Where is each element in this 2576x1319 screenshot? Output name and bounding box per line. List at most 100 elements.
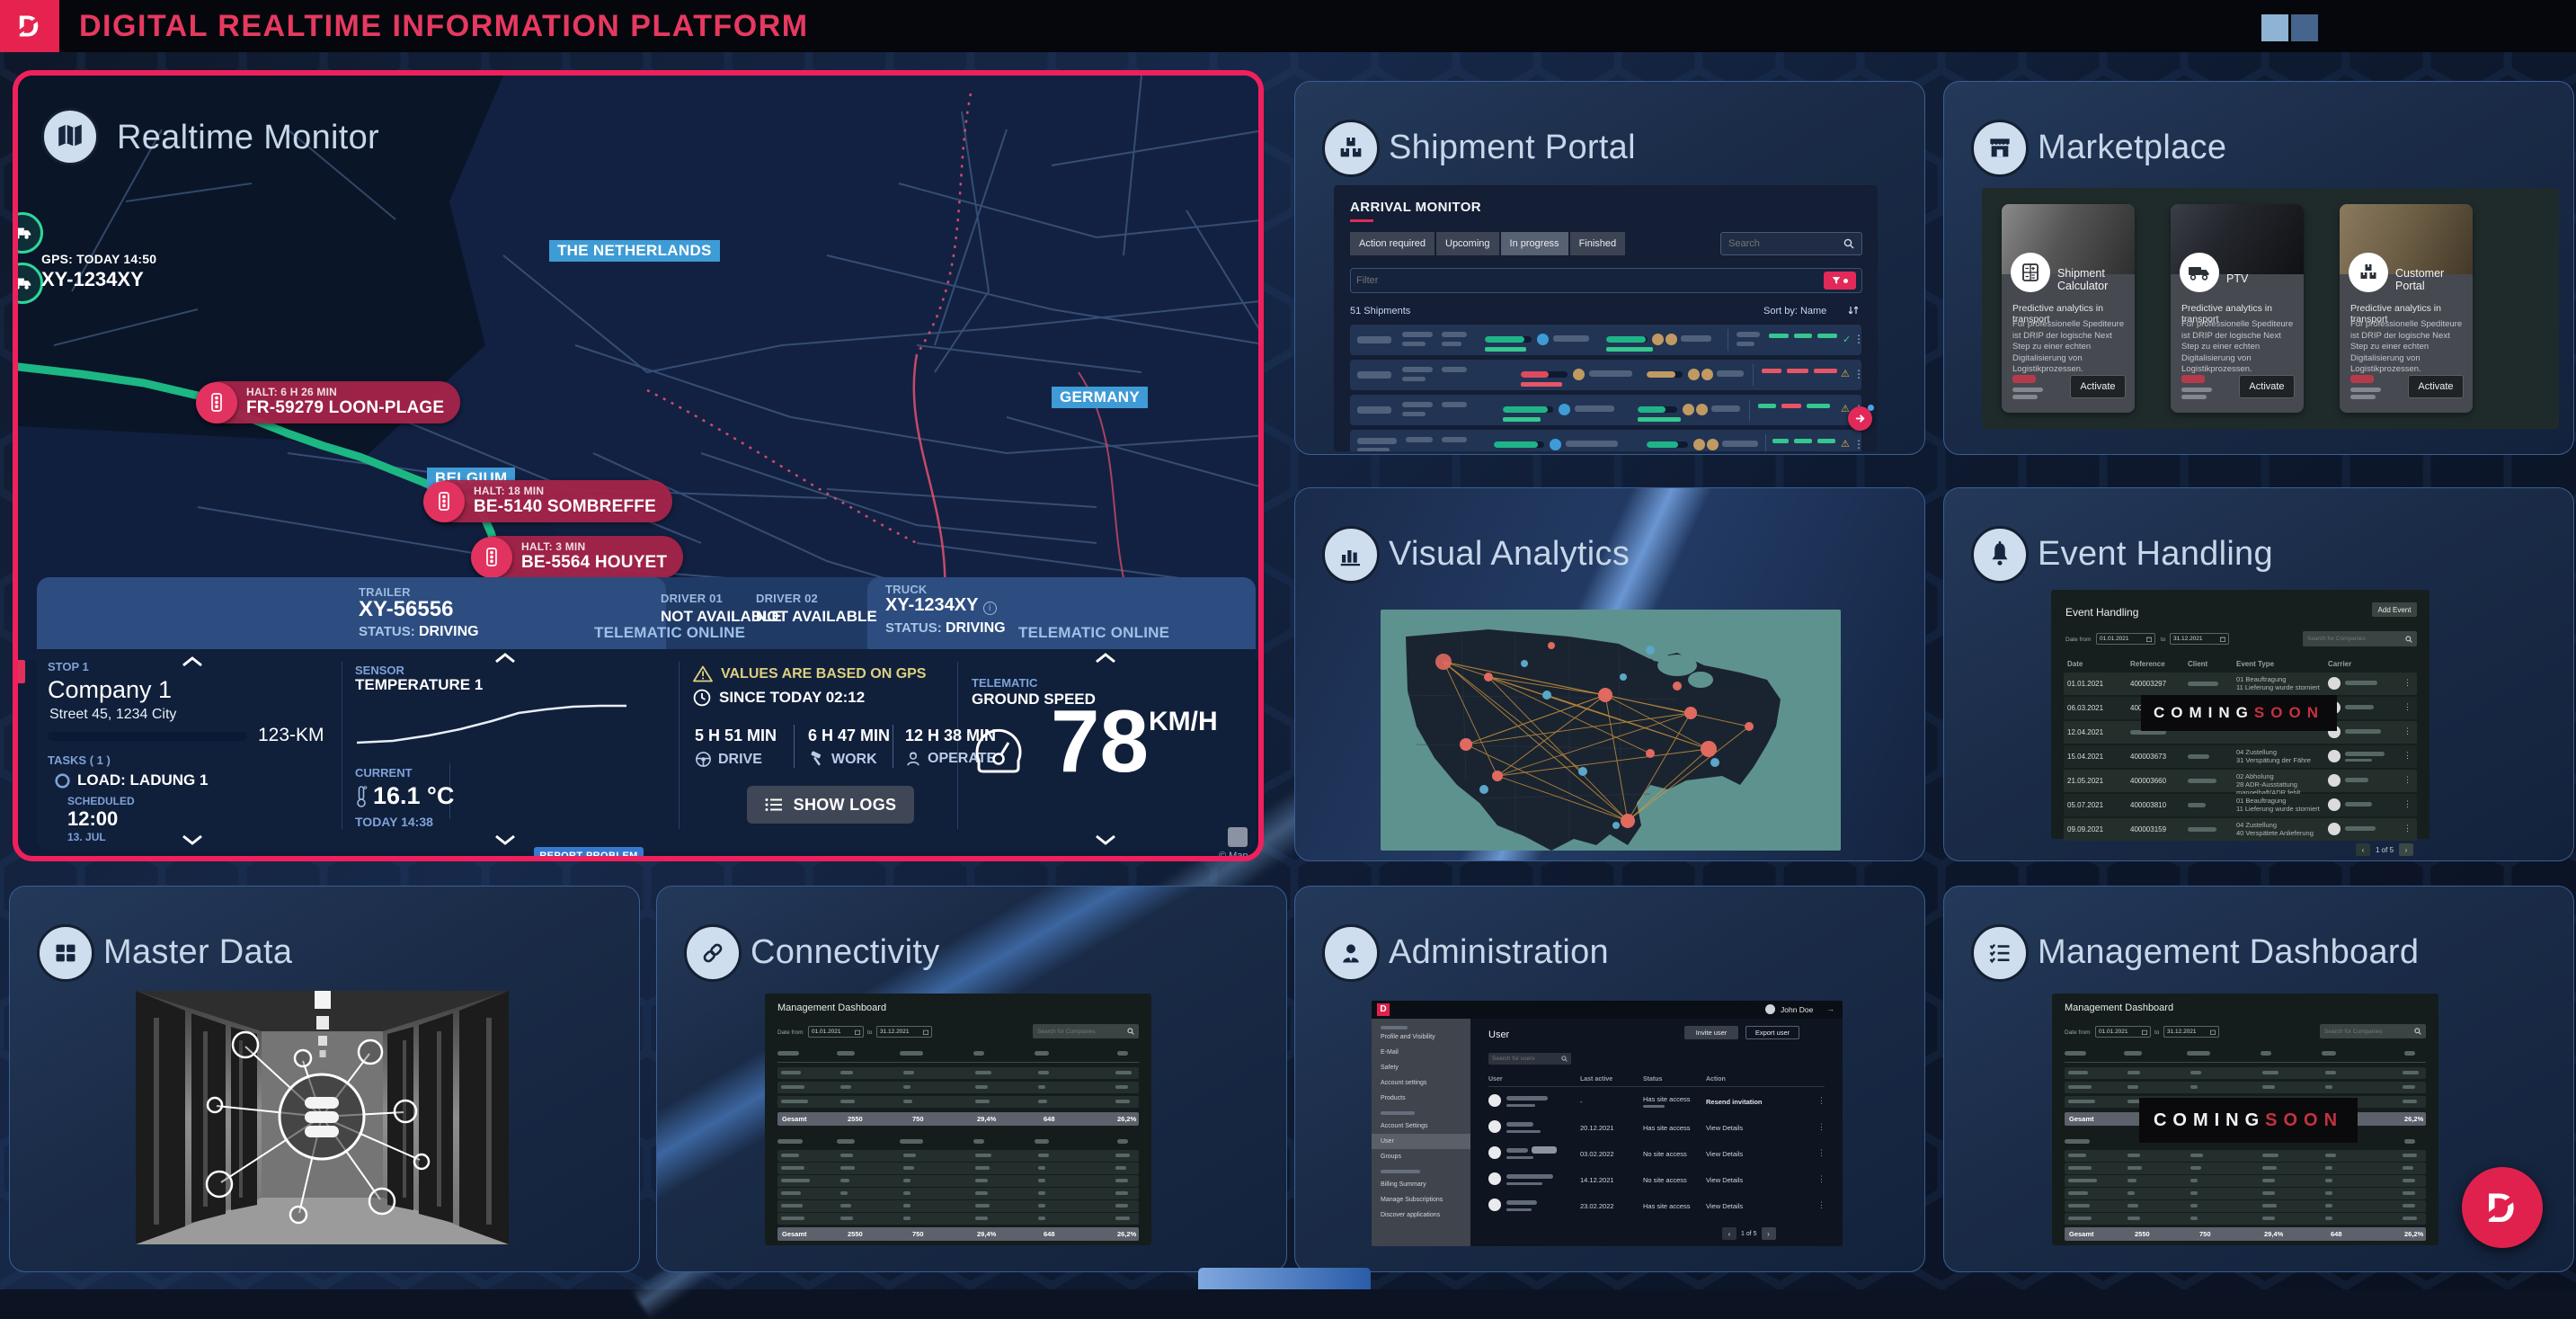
user-row[interactable]: 20.12.2021 Has site access View Details …	[1488, 1117, 1825, 1142]
chevron-down-icon[interactable]	[493, 834, 517, 845]
filter-button[interactable]	[1824, 272, 1856, 290]
tile-administration[interactable]: Administration D John Doe → Profile and …	[1294, 886, 1925, 1272]
shipment-row[interactable]: ⚠⋮	[1350, 430, 1861, 451]
search-input[interactable]	[1728, 238, 1836, 249]
row-menu-icon[interactable]: ⋮	[2403, 775, 2412, 785]
halt-marker[interactable]: HALT: 3 MINBE-5564 HOUYET	[475, 536, 683, 578]
user-row[interactable]: 14.12.2021 No site access View Details ⋮	[1488, 1169, 1825, 1194]
date-to-input[interactable]: 31.12.2021	[2163, 1026, 2219, 1038]
event-row[interactable]: 09.09.2021400003159 04 Zustellung40 Vers…	[2064, 818, 2417, 841]
row-menu-icon[interactable]: ⋮	[2403, 726, 2412, 736]
user-row[interactable]: - Has site access Resend invitation ⋮	[1488, 1091, 1825, 1116]
row-menu-icon[interactable]: ⋮	[1853, 333, 1864, 345]
shipment-row[interactable]: ✓⋮	[1350, 325, 1861, 355]
company-search-input[interactable]	[2307, 636, 2402, 642]
event-row[interactable]: 01.01.2021400003297 01 Beauftragung11 Li…	[2064, 673, 2417, 695]
report-problem-button[interactable]: REPORT PROBLEM	[534, 847, 644, 861]
chevron-up-icon[interactable]	[493, 653, 517, 664]
platform-logo-button[interactable]: D	[2462, 1167, 2543, 1248]
marketplace-card[interactable]: PTV Predictive analytics in transport Fü…	[2171, 204, 2304, 413]
chevron-down-icon[interactable]	[181, 834, 204, 845]
tile-marketplace[interactable]: Marketplace Shipment Calculator Predicti…	[1943, 81, 2574, 455]
row-menu-icon[interactable]: ⋮	[1817, 1122, 1825, 1132]
sidebar-item[interactable]: Account settings	[1372, 1075, 1470, 1091]
tile-visual-analytics[interactable]: Visual Analytics	[1294, 487, 1925, 861]
filter-bar[interactable]	[1350, 268, 1862, 293]
row-menu-icon[interactable]: ⋮	[1817, 1148, 1825, 1158]
page-next-button[interactable]: ›	[1762, 1227, 1776, 1240]
marketplace-card[interactable]: Customer Portal Predictive analytics in …	[2340, 204, 2473, 413]
activate-button[interactable]: Activate	[2408, 375, 2464, 398]
company-search[interactable]	[2320, 1024, 2426, 1038]
sort-by[interactable]: Sort by: Name	[1763, 306, 1826, 316]
shipment-portal-launch-button[interactable]	[1848, 406, 1872, 431]
row-menu-icon[interactable]: ⋮	[2403, 824, 2412, 833]
tab-finished[interactable]: Finished	[1570, 232, 1626, 255]
export-user-button[interactable]: Export user	[1745, 1026, 1799, 1039]
page-prev-button[interactable]: ‹	[2356, 843, 2370, 856]
sidebar-item[interactable]: E-Mail	[1372, 1045, 1470, 1060]
company-search[interactable]	[1033, 1024, 1139, 1038]
activate-button[interactable]: Activate	[2070, 375, 2126, 398]
row-menu-icon[interactable]: ⋮	[1817, 1174, 1825, 1184]
shipment-row[interactable]: ⚠⋮	[1350, 395, 1861, 425]
row-menu-icon[interactable]: ⋮	[1817, 1200, 1825, 1210]
filter-input[interactable]	[1356, 275, 1788, 286]
user-row[interactable]: 23.02.2022 Has site access View Details …	[1488, 1195, 1825, 1220]
user-search[interactable]	[1488, 1053, 1571, 1065]
platform-logo-icon[interactable]: D	[0, 0, 59, 52]
row-menu-icon[interactable]: ⋮	[2403, 751, 2412, 761]
tab-action-required[interactable]: Action required	[1350, 232, 1435, 255]
halt-marker[interactable]: HALT: 6 H 26 MINFR-59279 LOON-PLAGE	[200, 381, 460, 423]
row-menu-icon[interactable]: ⋮	[2403, 702, 2412, 712]
event-row[interactable]: 15.04.2021400003673 04 Zustellung31 Vers…	[2064, 745, 2417, 768]
sidebar-item[interactable]: Profile and Visibility	[1372, 1029, 1470, 1045]
event-row[interactable]: 05.07.2021400003810 01 Beauftragung11 Li…	[2064, 794, 2417, 816]
tile-event-handling[interactable]: Event Handling Event Handling Add Event …	[1943, 487, 2574, 861]
page-next-button[interactable]: ›	[2399, 843, 2413, 856]
event-row[interactable]: 21.05.2021400003660 02 Abholung28 ADR-Au…	[2064, 770, 2417, 792]
date-from-input[interactable]: 01.01.2021	[2096, 633, 2155, 645]
company-search[interactable]	[2303, 631, 2417, 646]
date-to-input[interactable]: 31.12.2021	[876, 1026, 932, 1038]
tile-master-data[interactable]: Master Data	[9, 886, 640, 1272]
info-icon[interactable]: i	[983, 602, 997, 615]
tile-shipment-portal[interactable]: Shipment Portal ARRIVAL MONITOR Action r…	[1294, 81, 1925, 455]
row-menu-icon[interactable]: ⋮	[2403, 799, 2412, 809]
tile-connectivity[interactable]: Connectivity Management Dashboard Date f…	[656, 886, 1287, 1272]
sort-icon[interactable]	[1848, 305, 1859, 316]
chevron-up-icon[interactable]	[1094, 653, 1117, 664]
us-network-map[interactable]	[1381, 610, 1841, 851]
row-menu-icon[interactable]: ⋮	[1817, 1096, 1825, 1106]
tab-upcoming[interactable]: Upcoming	[1436, 232, 1499, 255]
tab-in-progress[interactable]: In progress	[1501, 232, 1568, 255]
date-to-input[interactable]: 31.12.2021	[2170, 633, 2229, 645]
sidebar-item[interactable]: Groups	[1372, 1149, 1470, 1164]
user-row[interactable]: 03.02.2022 No site access View Details ⋮	[1488, 1143, 1825, 1168]
sidebar-item[interactable]: Billing Summary	[1372, 1177, 1470, 1192]
show-logs-button[interactable]: SHOW LOGS	[747, 786, 914, 824]
row-menu-icon[interactable]: ⋮	[2403, 678, 2412, 688]
sidebar-item[interactable]: Manage Subscriptions	[1372, 1192, 1470, 1208]
chevron-down-icon[interactable]	[1094, 834, 1117, 845]
activate-button[interactable]: Activate	[2239, 375, 2295, 398]
date-from-input[interactable]: 01.01.2021	[808, 1026, 864, 1038]
marketplace-card[interactable]: Shipment Calculator Predictive analytics…	[2002, 204, 2135, 413]
sidebar-item[interactable]: Products	[1372, 1091, 1470, 1106]
add-event-button[interactable]: Add Event	[2372, 602, 2417, 617]
halt-marker[interactable]: HALT: 18 MINBE-5140 SOMBREFFE	[427, 480, 672, 522]
chevron-up-icon[interactable]	[181, 656, 204, 667]
sidebar-item[interactable]: Account Settings	[1372, 1118, 1470, 1134]
tile-realtime-monitor[interactable]: Realtime Monitor GPS: TODAY 14:50 XY-123…	[13, 70, 1264, 861]
date-from-input[interactable]: 01.01.2021	[2095, 1026, 2151, 1038]
row-menu-icon[interactable]: ⋮	[1853, 438, 1864, 450]
shipment-row[interactable]: ⚠⋮	[1350, 360, 1861, 390]
sidebar-item-user[interactable]: User	[1372, 1134, 1470, 1149]
search-box[interactable]	[1720, 232, 1862, 255]
sidebar-item[interactable]: Discover applications	[1372, 1208, 1470, 1223]
row-menu-icon[interactable]: ⋮	[1853, 368, 1864, 380]
invite-user-button[interactable]: Invite user	[1684, 1026, 1738, 1039]
page-prev-button[interactable]: ‹	[1722, 1227, 1737, 1240]
logout-icon[interactable]: →	[1826, 1004, 1834, 1013]
sidebar-item[interactable]: Safety	[1372, 1060, 1470, 1075]
